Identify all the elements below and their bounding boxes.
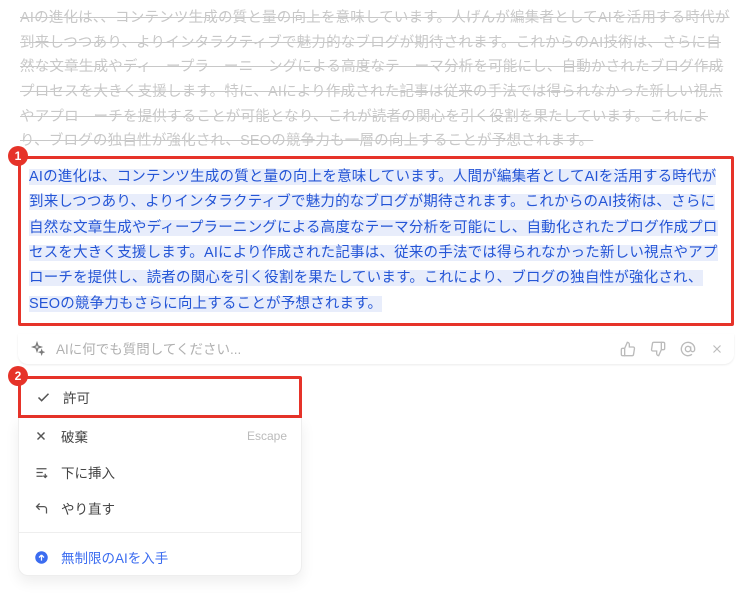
- menu-item-retry[interactable]: やり直す: [19, 490, 301, 526]
- menu-shortcut: Escape: [247, 429, 287, 443]
- ai-suggestion-text: AIの進化は、コンテンツ生成の質と量の向上を意味しています。人間が編集者としてA…: [29, 169, 718, 312]
- menu-item-label: 許可: [63, 387, 90, 407]
- menu-item-label: 無制限のAIを入手: [61, 547, 168, 567]
- ai-action-menu: 破棄 Escape 下に挿入 やり直す 無制限のAIを入手: [18, 418, 302, 576]
- ai-suggestion-box: AIの進化は、コンテンツ生成の質と量の向上を意味しています。人間が編集者としてA…: [18, 156, 734, 326]
- menu-item-label: 下に挿入: [61, 462, 115, 482]
- ai-input-row: [18, 334, 734, 364]
- close-icon[interactable]: [710, 341, 724, 357]
- menu-item-label: 破棄: [61, 426, 88, 446]
- thumbs-down-icon[interactable]: [650, 341, 666, 357]
- callout-badge-1: 1: [8, 146, 28, 166]
- mention-icon[interactable]: [680, 341, 696, 357]
- menu-item-accept[interactable]: 許可: [21, 379, 299, 415]
- ai-prompt-input[interactable]: [56, 342, 610, 357]
- x-icon: [33, 428, 49, 444]
- menu-item-upgrade[interactable]: 無制限のAIを入手: [19, 539, 301, 575]
- check-icon: [35, 389, 51, 405]
- thumbs-up-icon[interactable]: [620, 341, 636, 357]
- original-text: AIの進化は、、コンテンツ生成の質と量の向上を意味しています。人げんが編集者とし…: [18, 6, 734, 154]
- menu-item-insert-below[interactable]: 下に挿入: [19, 454, 301, 490]
- menu-separator: [19, 532, 301, 533]
- sparkle-icon: [28, 340, 46, 358]
- ai-action-menu-highlighted: 許可: [18, 376, 302, 418]
- menu-item-discard[interactable]: 破棄 Escape: [19, 418, 301, 454]
- insert-below-icon: [33, 464, 49, 480]
- arrow-up-circle-icon: [33, 549, 49, 565]
- menu-item-label: やり直す: [61, 498, 115, 518]
- callout-badge-2: 2: [8, 366, 28, 386]
- retry-icon: [33, 500, 49, 516]
